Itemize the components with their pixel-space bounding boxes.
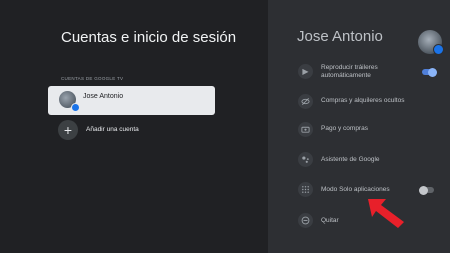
profile-badge-icon	[433, 44, 444, 55]
red-arrow-icon	[368, 199, 404, 228]
remove-circle-icon	[298, 213, 313, 228]
toggle-knob	[419, 185, 428, 195]
play-circle-icon: ▶	[298, 64, 313, 79]
apps-grid-icon	[298, 182, 313, 197]
menu-item-label: Modo Solo aplicaciones	[321, 186, 390, 193]
section-label: CUENTAS DE GOOGLE TV	[61, 76, 124, 81]
page-title: Cuentas e inicio de sesión	[61, 29, 237, 46]
account-badge-icon	[71, 103, 80, 112]
menu-item-hidden-purchases[interactable]: Compras y alquileres ocultos	[298, 94, 442, 109]
account-name: Jose Antonio	[83, 93, 124, 100]
menu-item-label: Compras y alquileres ocultos	[321, 97, 405, 104]
profile-name: Jose Antonio	[297, 28, 383, 45]
menu-item-label: Reproducir tráileres automáticamente	[321, 64, 378, 79]
account-item-selected[interactable]: Jose Antonio	[48, 86, 215, 115]
menu-item-payments[interactable]: Pago y compras	[298, 122, 442, 137]
plus-icon: +	[58, 120, 78, 140]
menu-item-google-assistant[interactable]: Asistente de Google	[298, 152, 442, 167]
add-account-label: Añadir una cuenta	[86, 126, 139, 133]
menu-item-autoplay-trailers[interactable]: ▶ Reproducir tráileres automáticamente	[298, 64, 442, 82]
menu-item-label: Asistente de Google	[321, 156, 380, 163]
menu-item-label: Pago y compras	[321, 125, 368, 132]
eye-off-icon	[298, 94, 313, 109]
payment-icon	[298, 122, 313, 137]
menu-item-apps-only-mode[interactable]: Modo Solo aplicaciones	[298, 182, 442, 197]
apps-only-toggle[interactable]	[419, 185, 434, 195]
autoplay-toggle[interactable]	[422, 67, 437, 77]
google-assistant-icon	[298, 152, 313, 167]
toggle-knob	[428, 67, 437, 77]
